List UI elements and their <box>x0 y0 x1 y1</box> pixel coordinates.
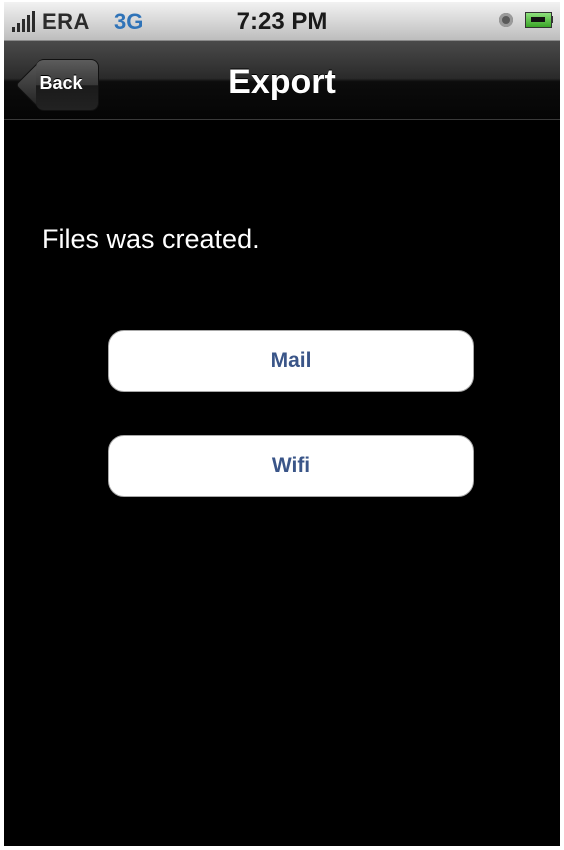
page-title: Export <box>228 63 336 101</box>
alarm-clock-icon <box>499 13 513 27</box>
status-message: Files was created. <box>42 224 260 254</box>
mail-button[interactable]: Mail <box>108 330 474 392</box>
wifi-button[interactable]: Wifi <box>108 435 474 497</box>
status-time: 7:23 PM <box>236 8 328 35</box>
battery-charging-icon <box>525 12 553 28</box>
status-bar: ERA 3G 7:23 PM <box>4 2 560 41</box>
navigation-bar: Back Export <box>4 41 560 120</box>
export-screen: ERA 3G 7:23 PM Back Export Files was cre… <box>4 2 560 846</box>
